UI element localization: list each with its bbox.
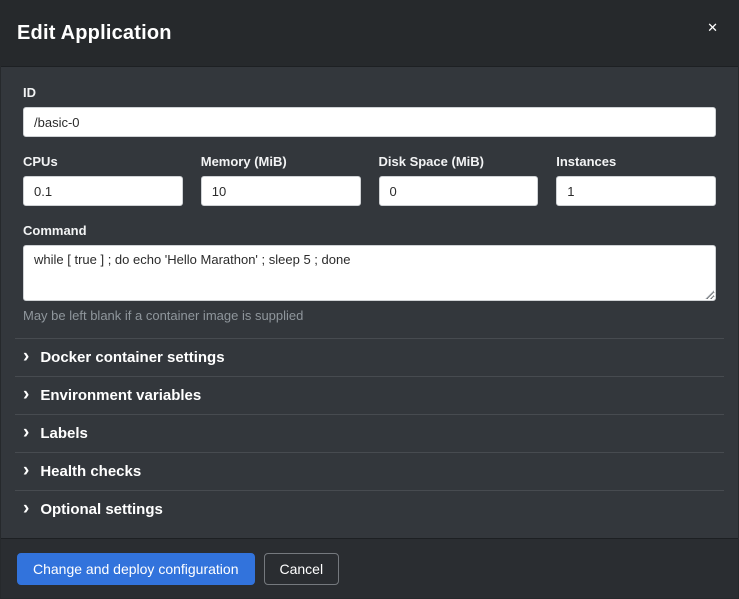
- section-environment-variables[interactable]: › Environment variables: [15, 376, 724, 414]
- section-docker-container-settings[interactable]: › Docker container settings: [15, 338, 724, 376]
- instances-field-group: Instances: [556, 154, 716, 206]
- resources-row: CPUs Memory (MiB) Disk Space (MiB) Insta…: [23, 154, 716, 206]
- cpus-label: CPUs: [23, 154, 183, 169]
- chevron-right-icon: ›: [23, 426, 29, 440]
- chevron-right-icon: ›: [23, 388, 29, 402]
- section-label: Optional settings: [40, 501, 163, 518]
- close-icon: ✕: [707, 20, 718, 35]
- disk-space-field-group: Disk Space (MiB): [379, 154, 539, 206]
- memory-input[interactable]: [201, 176, 361, 206]
- chevron-right-icon: ›: [23, 502, 29, 516]
- memory-field-group: Memory (MiB): [201, 154, 361, 206]
- deploy-button[interactable]: Change and deploy configuration: [17, 553, 255, 585]
- command-input[interactable]: while [ true ] ; do echo 'Hello Marathon…: [23, 245, 716, 301]
- command-textarea-wrap: while [ true ] ; do echo 'Hello Marathon…: [23, 245, 716, 301]
- command-field-group: Command while [ true ] ; do echo 'Hello …: [23, 223, 716, 338]
- cancel-button[interactable]: Cancel: [264, 553, 340, 585]
- modal-body: ID CPUs Memory (MiB) Disk Space (MiB) In…: [1, 67, 738, 538]
- id-field-group: ID: [23, 85, 716, 137]
- accordion-sections: › Docker container settings › Environmen…: [15, 338, 724, 528]
- modal-title: Edit Application: [17, 22, 172, 45]
- section-labels[interactable]: › Labels: [15, 414, 724, 452]
- section-optional-settings[interactable]: › Optional settings: [15, 490, 724, 528]
- memory-label: Memory (MiB): [201, 154, 361, 169]
- id-input[interactable]: [23, 107, 716, 137]
- cpus-field-group: CPUs: [23, 154, 183, 206]
- disk-space-label: Disk Space (MiB): [379, 154, 539, 169]
- section-label: Health checks: [40, 463, 141, 480]
- cpus-input[interactable]: [23, 176, 183, 206]
- modal-footer: Change and deploy configuration Cancel: [1, 538, 738, 598]
- chevron-right-icon: ›: [23, 464, 29, 478]
- section-label: Labels: [40, 425, 88, 442]
- chevron-right-icon: ›: [23, 350, 29, 364]
- section-label: Docker container settings: [40, 349, 224, 366]
- section-health-checks[interactable]: › Health checks: [15, 452, 724, 490]
- command-label: Command: [23, 223, 716, 238]
- id-label: ID: [23, 85, 716, 100]
- command-help-text: May be left blank if a container image i…: [23, 308, 716, 323]
- instances-label: Instances: [556, 154, 716, 169]
- edit-application-modal: Edit Application ✕ ID CPUs Memory (MiB) …: [0, 0, 739, 599]
- section-label: Environment variables: [40, 387, 201, 404]
- close-button[interactable]: ✕: [703, 17, 722, 38]
- modal-header: Edit Application ✕: [1, 1, 738, 67]
- disk-space-input[interactable]: [379, 176, 539, 206]
- instances-input[interactable]: [556, 176, 716, 206]
